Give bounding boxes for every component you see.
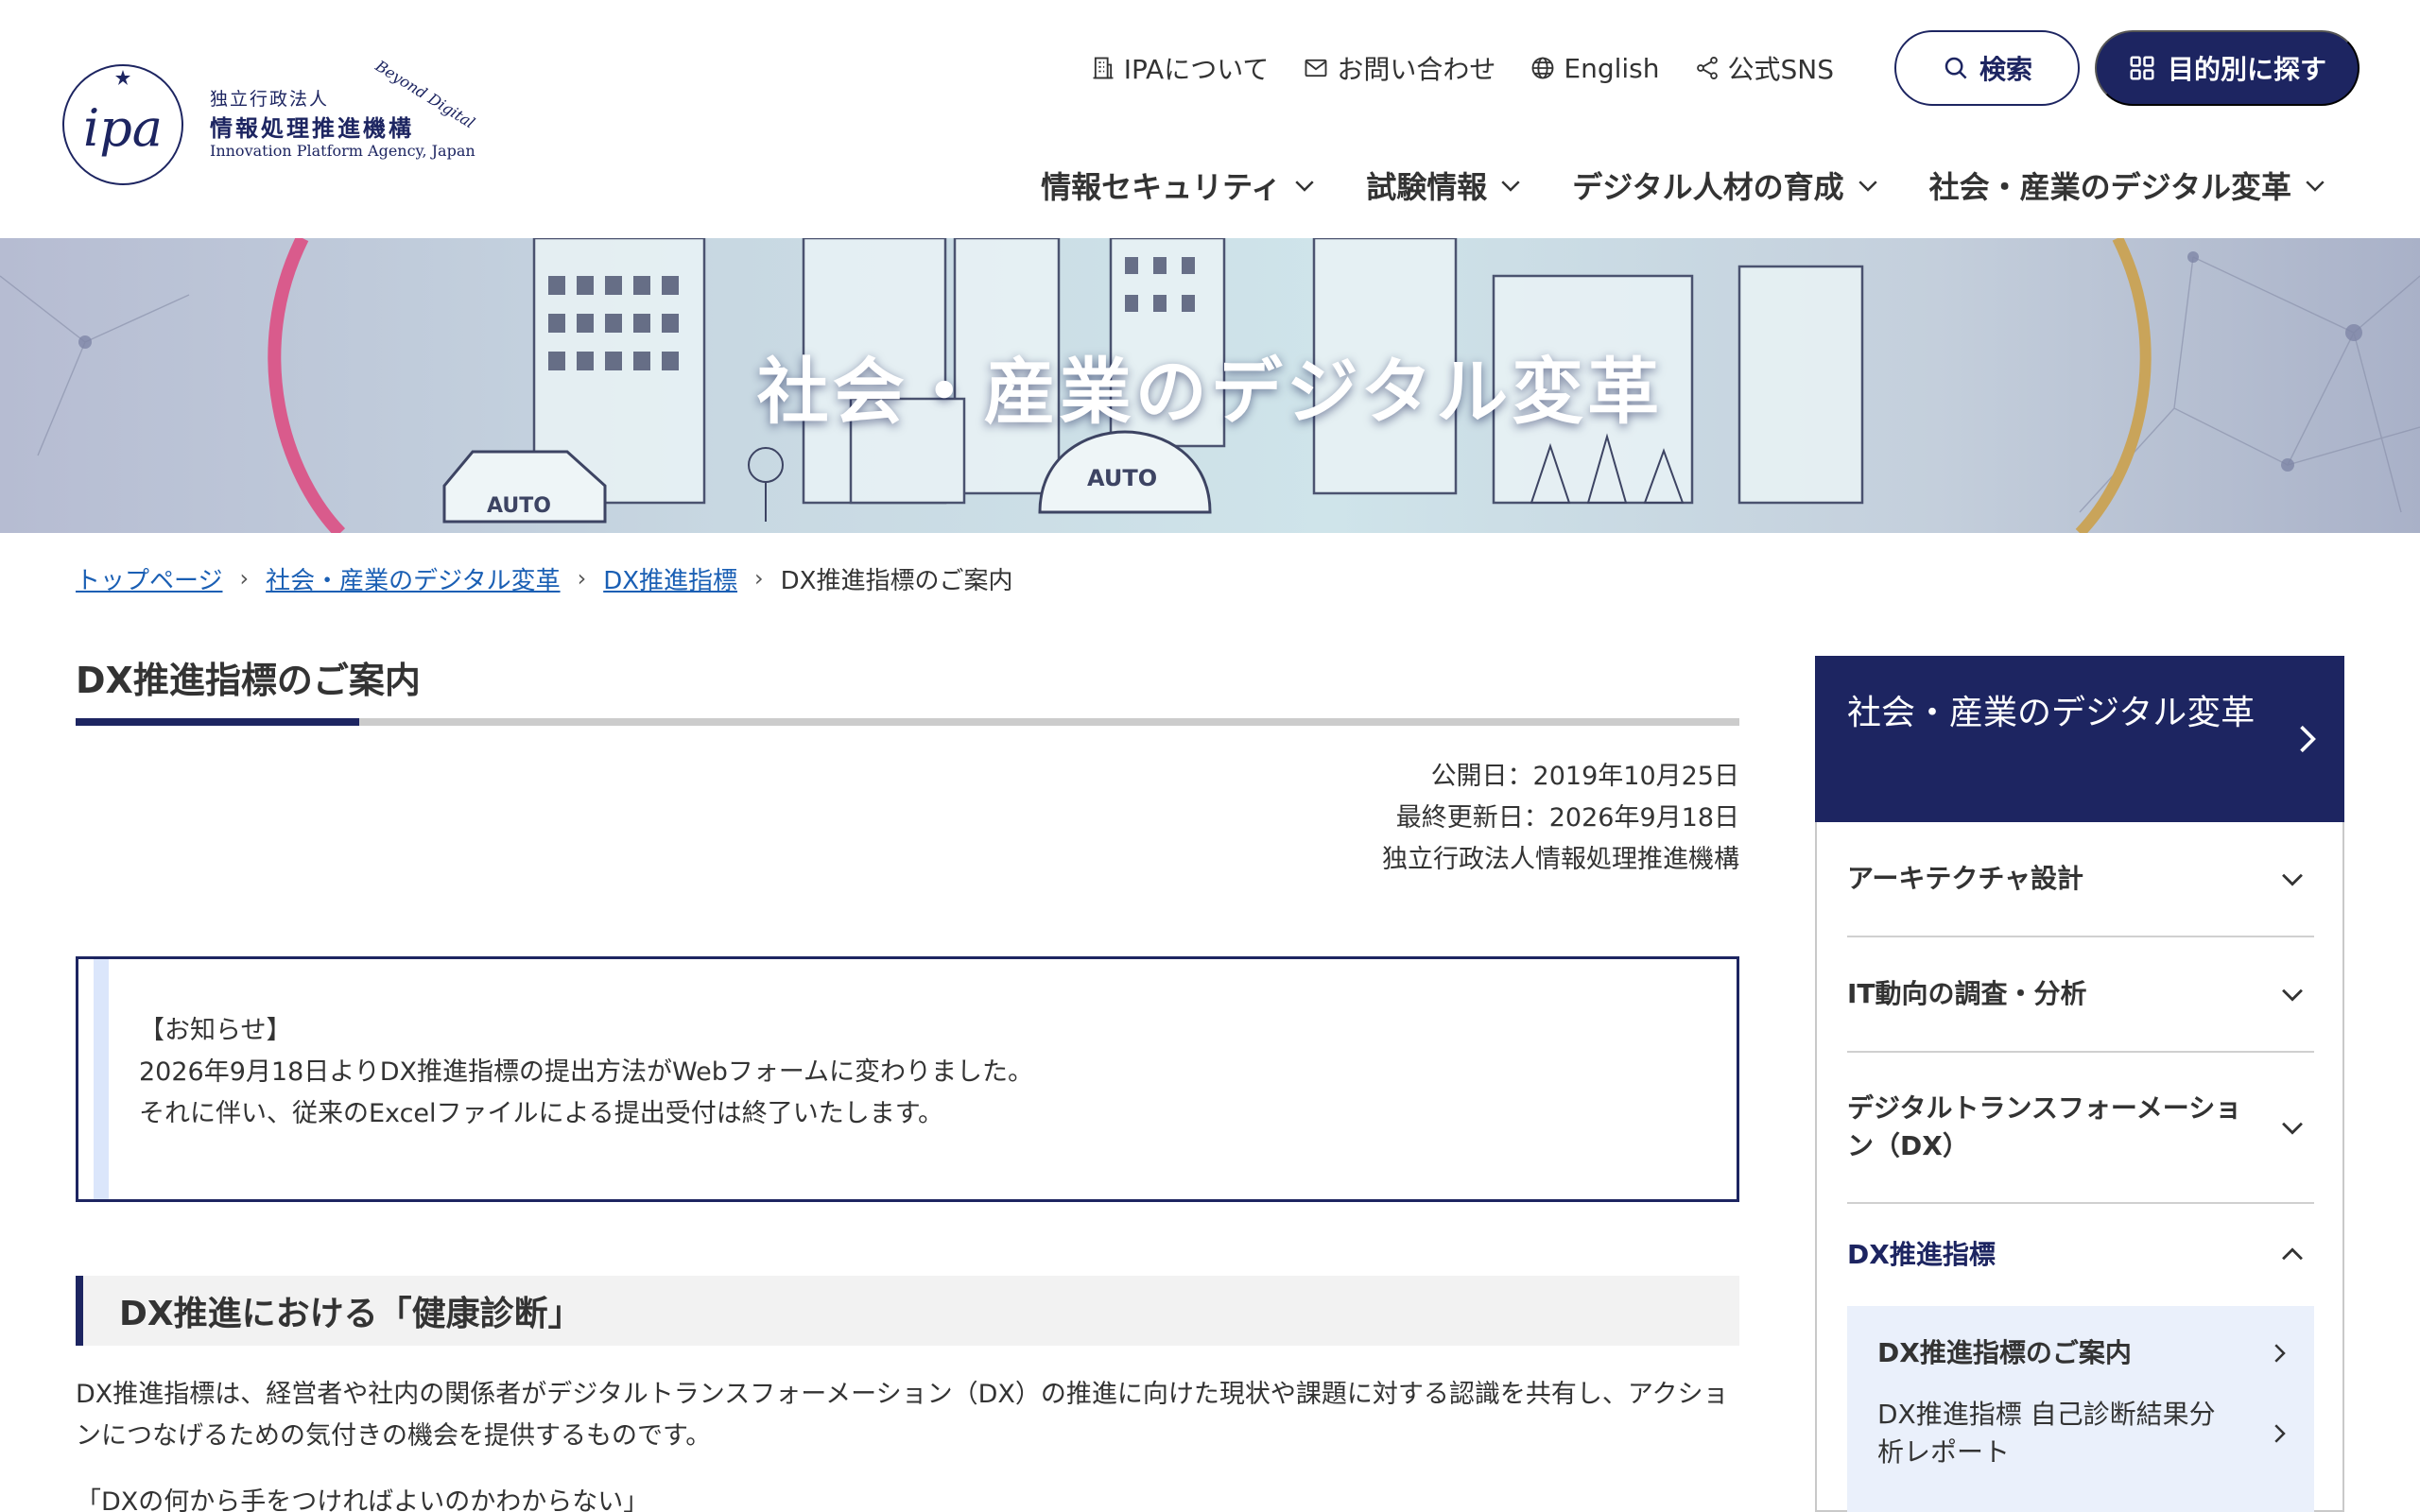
sidebar-item-label: IT動向の調査・分析 bbox=[1847, 978, 2087, 1009]
svg-text:ipa: ipa bbox=[83, 98, 163, 158]
util-link-label: 公式SNS bbox=[1727, 54, 1835, 85]
find-by-purpose-label: 目的別に探す bbox=[2167, 55, 2326, 84]
chevron-right-icon: › bbox=[239, 565, 250, 592]
updated-date: 最終更新日：2026年9月18日 bbox=[1395, 803, 1739, 833]
section-paragraph: 「DXの何から手をつければよいのかわからない」 bbox=[76, 1487, 649, 1512]
breadcrumb-link-top[interactable]: トップページ bbox=[76, 561, 222, 596]
util-link-about[interactable]: IPAについて bbox=[1090, 49, 1270, 87]
logo-org-line2: 情報処理推進機構 bbox=[210, 115, 414, 142]
notice-heading: 【お知らせ】 bbox=[139, 1016, 292, 1045]
chevron-right-icon: › bbox=[754, 565, 764, 592]
mail-icon bbox=[1305, 59, 1327, 77]
sidebar-item-label: アーキテクチャ設計 bbox=[1847, 863, 2084, 894]
sidebar-item-label: デジタルトランスフォーメーション（DX） bbox=[1847, 1092, 2242, 1161]
breadcrumb-link-dx-transformation[interactable]: 社会・産業のデジタル変革 bbox=[266, 561, 560, 596]
notice-line: 2026年9月18日よりDX推進指標の提出方法がWebフォームに変わりました。 bbox=[139, 1057, 1034, 1087]
breadcrumb-current: DX推進指標のご案内 bbox=[780, 566, 1013, 595]
main-nav: 情報セキュリティ 試験情報 デジタル人材の育成 社会・産業のデジタル変革 bbox=[1041, 159, 2329, 212]
section-heading: DX推進における「健康診断」 bbox=[76, 1276, 1739, 1346]
chevron-right-icon bbox=[2274, 1344, 2286, 1363]
util-link-label: English bbox=[1564, 52, 1660, 84]
sidebar-item-dx[interactable]: デジタルトランスフォーメーション（DX） bbox=[1847, 1053, 2314, 1204]
chevron-down-icon bbox=[1858, 180, 1877, 192]
published-date: 公開日：2019年10月25日 bbox=[1430, 762, 1739, 791]
sidebar-subitem-report[interactable]: DX推進指標 自己診断結果分析レポート bbox=[1877, 1391, 2293, 1476]
notice-accent-bar bbox=[94, 959, 109, 1199]
globe-icon bbox=[1531, 57, 1554, 79]
sidebar-subitem-label: DX推進指標 自己診断結果分析レポート bbox=[1877, 1399, 2216, 1468]
site-header: ipa Beyond Digital 独立行政法人 情報処理推進機構 Innov… bbox=[0, 0, 2420, 238]
chevron-down-icon bbox=[2282, 1122, 2303, 1135]
breadcrumb: トップページ › 社会・産業のデジタル変革 › DX推進指標 › DX推進指標の… bbox=[76, 558, 1012, 599]
notice-line: それに伴い、従来のExcelファイルによる提出受付は終了いたします。 bbox=[139, 1099, 944, 1128]
page-meta: 公開日：2019年10月25日 最終更新日：2026年9月18日 独立行政法人情… bbox=[1382, 756, 1739, 881]
section-paragraph: DX推進指標は、経営者や社内の関係者がデジタルトランスフォーメーション（DX）の… bbox=[76, 1380, 1729, 1451]
sidebar-item-dx-index[interactable]: DX推進指標 bbox=[1847, 1204, 2314, 1306]
ipa-logo[interactable]: ipa Beyond Digital 独立行政法人 情報処理推進機構 Innov… bbox=[60, 47, 495, 198]
search-button-label: 検索 bbox=[1979, 55, 2032, 84]
sidebar-head-label: 社会・産業のデジタル変革 bbox=[1847, 694, 2256, 732]
chevron-down-icon bbox=[2282, 988, 2303, 1002]
sidebar-item-label: DX推進指標 bbox=[1847, 1239, 1996, 1270]
building-icon bbox=[1093, 57, 1114, 79]
util-link-label: IPAについて bbox=[1123, 54, 1270, 85]
main-nav-digital-talent[interactable]: デジタル人材の育成 bbox=[1572, 163, 1881, 207]
logo-org-en: Innovation Platform Agency, Japan bbox=[210, 142, 475, 160]
main-content: DX推進指標のご案内 公開日：2019年10月25日 最終更新日：2026年9月… bbox=[76, 652, 1739, 1512]
sidebar-menu: アーキテクチャ設計 IT動向の調査・分析 デジタルトランスフォーメーション（DX… bbox=[1815, 822, 2344, 1512]
main-nav-dx[interactable]: 社会・産業のデジタル変革 bbox=[1929, 163, 2329, 207]
chevron-down-icon bbox=[1295, 180, 1314, 192]
chevron-up-icon bbox=[2282, 1247, 2303, 1261]
sidebar-subitem-label: DX推進指標のご案内 bbox=[1877, 1337, 2132, 1368]
chevron-down-icon bbox=[1501, 180, 1520, 192]
grid-icon bbox=[2130, 56, 2154, 80]
sidebar-submenu: DX推進指標のご案内 DX推進指標 自己診断結果分析レポート bbox=[1847, 1306, 2314, 1512]
main-nav-label: 試験情報 bbox=[1366, 169, 1488, 205]
share-icon bbox=[1696, 56, 1718, 80]
logo-org-line1: 独立行政法人 bbox=[210, 89, 330, 110]
title-divider-accent bbox=[76, 718, 359, 726]
page-title: DX推進指標のご案内 bbox=[76, 660, 421, 701]
chevron-down-icon bbox=[2282, 873, 2303, 886]
sidebar-head-link[interactable]: 社会・産業のデジタル変革 bbox=[1815, 656, 2344, 822]
sidebar: 社会・産業のデジタル変革 アーキテクチャ設計 IT動向の調査・分析 デジタルトラ… bbox=[1815, 656, 2344, 1512]
main-nav-label: 情報セキュリティ bbox=[1041, 169, 1282, 205]
util-link-english[interactable]: English bbox=[1530, 52, 1660, 84]
utility-nav: IPAについて お問い合わせ English 公式SNS bbox=[1090, 45, 1834, 91]
util-link-contact[interactable]: お問い合わせ bbox=[1303, 49, 1495, 87]
publisher: 独立行政法人情報処理推進機構 bbox=[1382, 845, 1739, 874]
main-nav-label: デジタル人材の育成 bbox=[1572, 169, 1844, 205]
util-link-sns[interactable]: 公式SNS bbox=[1694, 49, 1835, 87]
main-nav-exam[interactable]: 試験情報 bbox=[1366, 163, 1525, 207]
chevron-right-icon: › bbox=[577, 565, 587, 592]
hero-title: 社会・産業のデジタル変革 bbox=[756, 350, 1664, 434]
notice-box: 【お知らせ】 2026年9月18日よりDX推進指標の提出方法がWebフォームに変… bbox=[76, 956, 1739, 1202]
breadcrumb-link-dx-index[interactable]: DX推進指標 bbox=[603, 561, 737, 596]
sidebar-item-it-trends[interactable]: IT動向の調査・分析 bbox=[1847, 937, 2314, 1053]
sidebar-item-architecture[interactable]: アーキテクチャ設計 bbox=[1847, 822, 2314, 937]
main-nav-security[interactable]: 情報セキュリティ bbox=[1041, 163, 1319, 207]
search-icon bbox=[1945, 57, 1967, 79]
find-by-purpose-button[interactable]: 目的別に探す bbox=[2095, 30, 2360, 106]
hero-banner: AUTO AUTO 社会・産業のデジタル変革 bbox=[0, 238, 2420, 533]
ipa-logo-mark-icon: ipa bbox=[62, 64, 183, 185]
main-nav-label: 社会・産業のデジタル変革 bbox=[1928, 169, 2291, 205]
chevron-down-icon bbox=[2306, 180, 2325, 192]
chevron-right-icon bbox=[2274, 1424, 2286, 1443]
notice-text: 【お知らせ】 2026年9月18日よりDX推進指標の提出方法がWebフォームに変… bbox=[139, 1010, 1033, 1135]
util-link-label: お問い合わせ bbox=[1337, 54, 1496, 85]
sidebar-subitem-guide[interactable]: DX推進指標のご案内 bbox=[1877, 1325, 2293, 1382]
chevron-right-icon bbox=[2300, 725, 2316, 753]
search-button[interactable]: 検索 bbox=[1894, 30, 2080, 106]
